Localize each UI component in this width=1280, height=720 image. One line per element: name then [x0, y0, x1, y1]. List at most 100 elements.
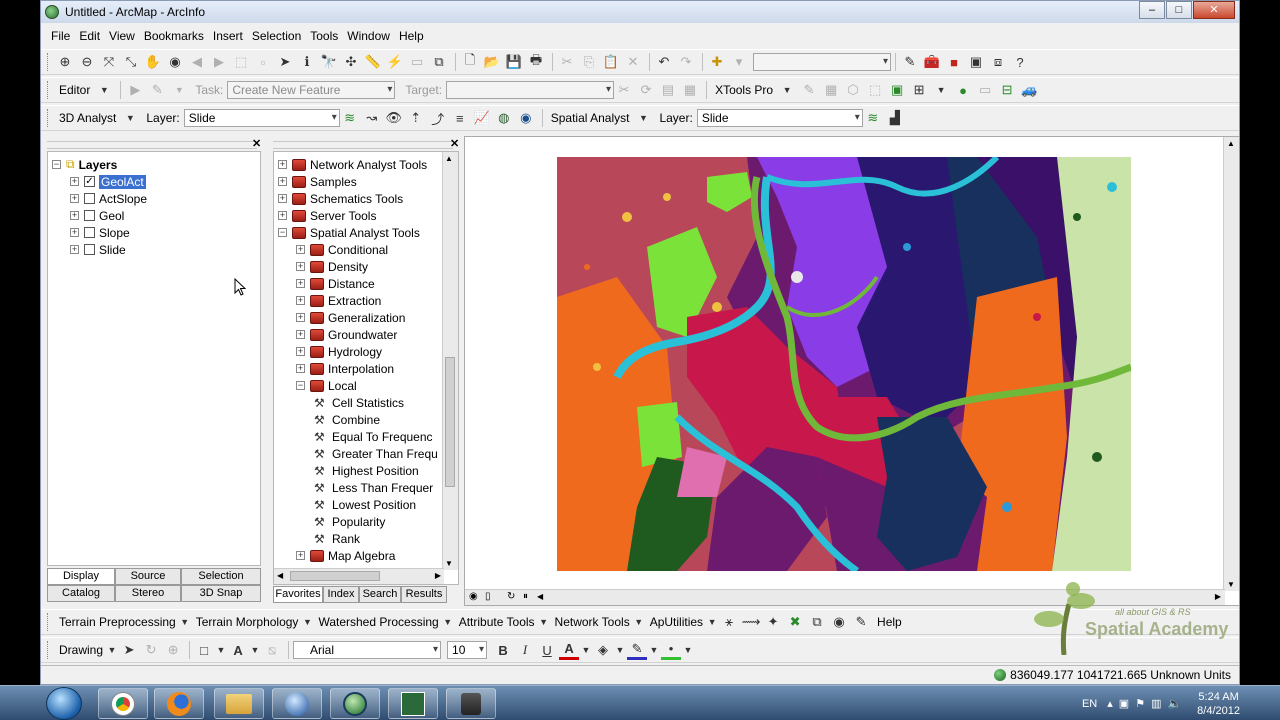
text-tool-icon[interactable]: A: [228, 640, 248, 660]
hyperlink-icon[interactable]: ⚡: [385, 52, 405, 72]
network-icon[interactable]: ▥: [1151, 697, 1161, 710]
trace-icon[interactable]: ⟿: [741, 612, 761, 632]
toolbox-hscroll[interactable]: ◀ ▶: [274, 568, 444, 584]
collapse-icon[interactable]: −: [278, 228, 287, 237]
delete-icon[interactable]: ✕: [623, 52, 643, 72]
assign-icon[interactable]: ⧉: [807, 612, 827, 632]
zoom-to-element-icon[interactable]: ⊕: [163, 640, 183, 660]
aputilities-menu[interactable]: ApUtilities: [650, 615, 703, 629]
expand-icon[interactable]: +: [296, 551, 305, 560]
expand-icon[interactable]: +: [296, 313, 305, 322]
line-of-sight-icon[interactable]: 👁: [384, 108, 404, 128]
expand-icon[interactable]: +: [278, 194, 287, 203]
layer-checkbox[interactable]: ✓: [84, 176, 95, 187]
select-features-icon[interactable]: ⬚: [231, 52, 251, 72]
measure-icon[interactable]: 📏: [363, 52, 383, 72]
expand-icon[interactable]: +: [296, 364, 305, 373]
expand-icon[interactable]: +: [278, 177, 287, 186]
tab-3d-snap[interactable]: 3D Snap: [181, 585, 261, 602]
menu-bookmarks[interactable]: Bookmarks: [144, 29, 204, 43]
start-button[interactable]: [46, 687, 82, 720]
tab-display[interactable]: Display: [47, 568, 115, 585]
copy-icon[interactable]: ⎘: [579, 52, 599, 72]
save-icon[interactable]: 💾: [504, 52, 524, 72]
3d-analyst-dropdown-icon[interactable]: ▼: [120, 108, 140, 128]
toolbox-tool-item[interactable]: ⚒ Less Than Frequer: [314, 479, 433, 496]
language-indicator[interactable]: EN: [1082, 698, 1097, 710]
toolbox-toolset-item[interactable]: − Local: [296, 377, 357, 394]
map-scale-combo[interactable]: [753, 53, 891, 71]
font-combo[interactable]: Arial: [293, 641, 442, 659]
xtools-select-icon[interactable]: ⬚: [865, 80, 885, 100]
font-size-combo[interactable]: 10: [447, 641, 488, 659]
map-vscroll[interactable]: ▲ ▼: [1223, 137, 1239, 591]
toolbox-tool-item[interactable]: ⚒ Popularity: [314, 513, 385, 530]
interpolate-point-icon[interactable]: ⇡: [406, 108, 426, 128]
toc-layer-geolact[interactable]: + ✓ GeolAct: [70, 173, 146, 190]
model-builder-icon[interactable]: ⧈: [988, 52, 1008, 72]
line-color-icon[interactable]: ✎: [627, 640, 648, 660]
toolbox-toolset-item[interactable]: − Spatial Analyst Tools: [278, 224, 420, 241]
toc-layer-geol[interactable]: + Geol: [70, 207, 124, 224]
flag-icon[interactable]: ⚑: [1135, 697, 1145, 710]
select-element-icon[interactable]: ➤: [119, 640, 139, 660]
menu-selection[interactable]: Selection: [252, 29, 301, 43]
rectangle-tool-icon[interactable]: □: [194, 640, 214, 660]
toolbox-tool-item[interactable]: ⚒ Combine: [314, 411, 380, 428]
full-extent-icon[interactable]: ◉: [165, 52, 185, 72]
tab-stereo[interactable]: Stereo: [115, 585, 181, 602]
xtools-grid-icon[interactable]: ▦: [821, 80, 841, 100]
tab-catalog[interactable]: Catalog: [47, 585, 115, 602]
expand-icon[interactable]: +: [278, 160, 287, 169]
network-tools-menu[interactable]: Network Tools: [555, 615, 630, 629]
xtools-dropdown-icon[interactable]: ▼: [777, 80, 797, 100]
toolbox-tool-item[interactable]: ⚒ Lowest Position: [314, 496, 416, 513]
identify-icon[interactable]: ℹ: [297, 52, 317, 72]
layer-checkbox[interactable]: [84, 210, 95, 221]
xtools-menu[interactable]: XTools Pro: [715, 83, 773, 97]
expand-icon[interactable]: +: [296, 330, 305, 339]
drawing-menu[interactable]: Drawing: [59, 643, 103, 657]
go-to-xy-icon[interactable]: ✣: [341, 52, 361, 72]
edit-vertices-icon[interactable]: ⧅: [262, 640, 282, 660]
refresh-view-icon[interactable]: ↻: [507, 591, 515, 602]
expand-icon[interactable]: +: [278, 211, 287, 220]
toolbox-toolset-item[interactable]: + Server Tools: [278, 207, 376, 224]
paste-icon[interactable]: 📋: [601, 52, 621, 72]
font-color-button[interactable]: A: [559, 640, 580, 660]
expand-icon[interactable]: +: [296, 347, 305, 356]
tab-favorites[interactable]: Favorites: [273, 586, 323, 603]
underline-button[interactable]: U: [537, 640, 557, 660]
point-delineation-icon[interactable]: ✦: [763, 612, 783, 632]
zoom-in-icon[interactable]: ⊕: [55, 52, 75, 72]
sketch-flow-icon[interactable]: ✎: [851, 612, 871, 632]
html-popup-icon[interactable]: ▭: [407, 52, 427, 72]
toc-layer-slide[interactable]: + Slide: [70, 241, 126, 258]
histogram-icon[interactable]: ▟: [885, 108, 905, 128]
rotate-element-icon[interactable]: ↻: [141, 640, 161, 660]
collapse-icon[interactable]: −: [296, 381, 305, 390]
redo-icon[interactable]: ↷: [676, 52, 696, 72]
layer-checkbox[interactable]: [84, 227, 95, 238]
sketch-tool-icon[interactable]: ✎: [147, 80, 167, 100]
taskbar-ilwis-icon[interactable]: [388, 688, 438, 719]
fill-color-icon[interactable]: ◈: [593, 640, 613, 660]
sketch-dropdown-icon[interactable]: ▼: [169, 80, 189, 100]
layer-checkbox[interactable]: [84, 193, 95, 204]
menu-window[interactable]: Window: [347, 29, 390, 43]
expand-icon[interactable]: +: [296, 296, 305, 305]
toc-layer-slope[interactable]: + Slope: [70, 224, 130, 241]
tab-search[interactable]: Search: [359, 586, 401, 603]
layout-view-icon[interactable]: ▯: [485, 591, 491, 602]
toolbox-vscroll[interactable]: ▲ ▼: [442, 152, 458, 570]
toolbox-hscroll-thumb[interactable]: [290, 571, 380, 581]
tab-selection[interactable]: Selection: [181, 568, 261, 585]
new-document-icon[interactable]: 🗋: [460, 52, 480, 72]
minimize-button[interactable]: –: [1139, 1, 1165, 19]
toolbox-close-icon[interactable]: ✕: [450, 137, 459, 150]
tray-app-icon[interactable]: ▣: [1119, 697, 1129, 710]
hydro-globe-icon[interactable]: ◉: [829, 612, 849, 632]
open-icon[interactable]: 📂: [482, 52, 502, 72]
watershed-processing-menu[interactable]: Watershed Processing: [318, 615, 438, 629]
forward-extent-icon[interactable]: ▶: [209, 52, 229, 72]
